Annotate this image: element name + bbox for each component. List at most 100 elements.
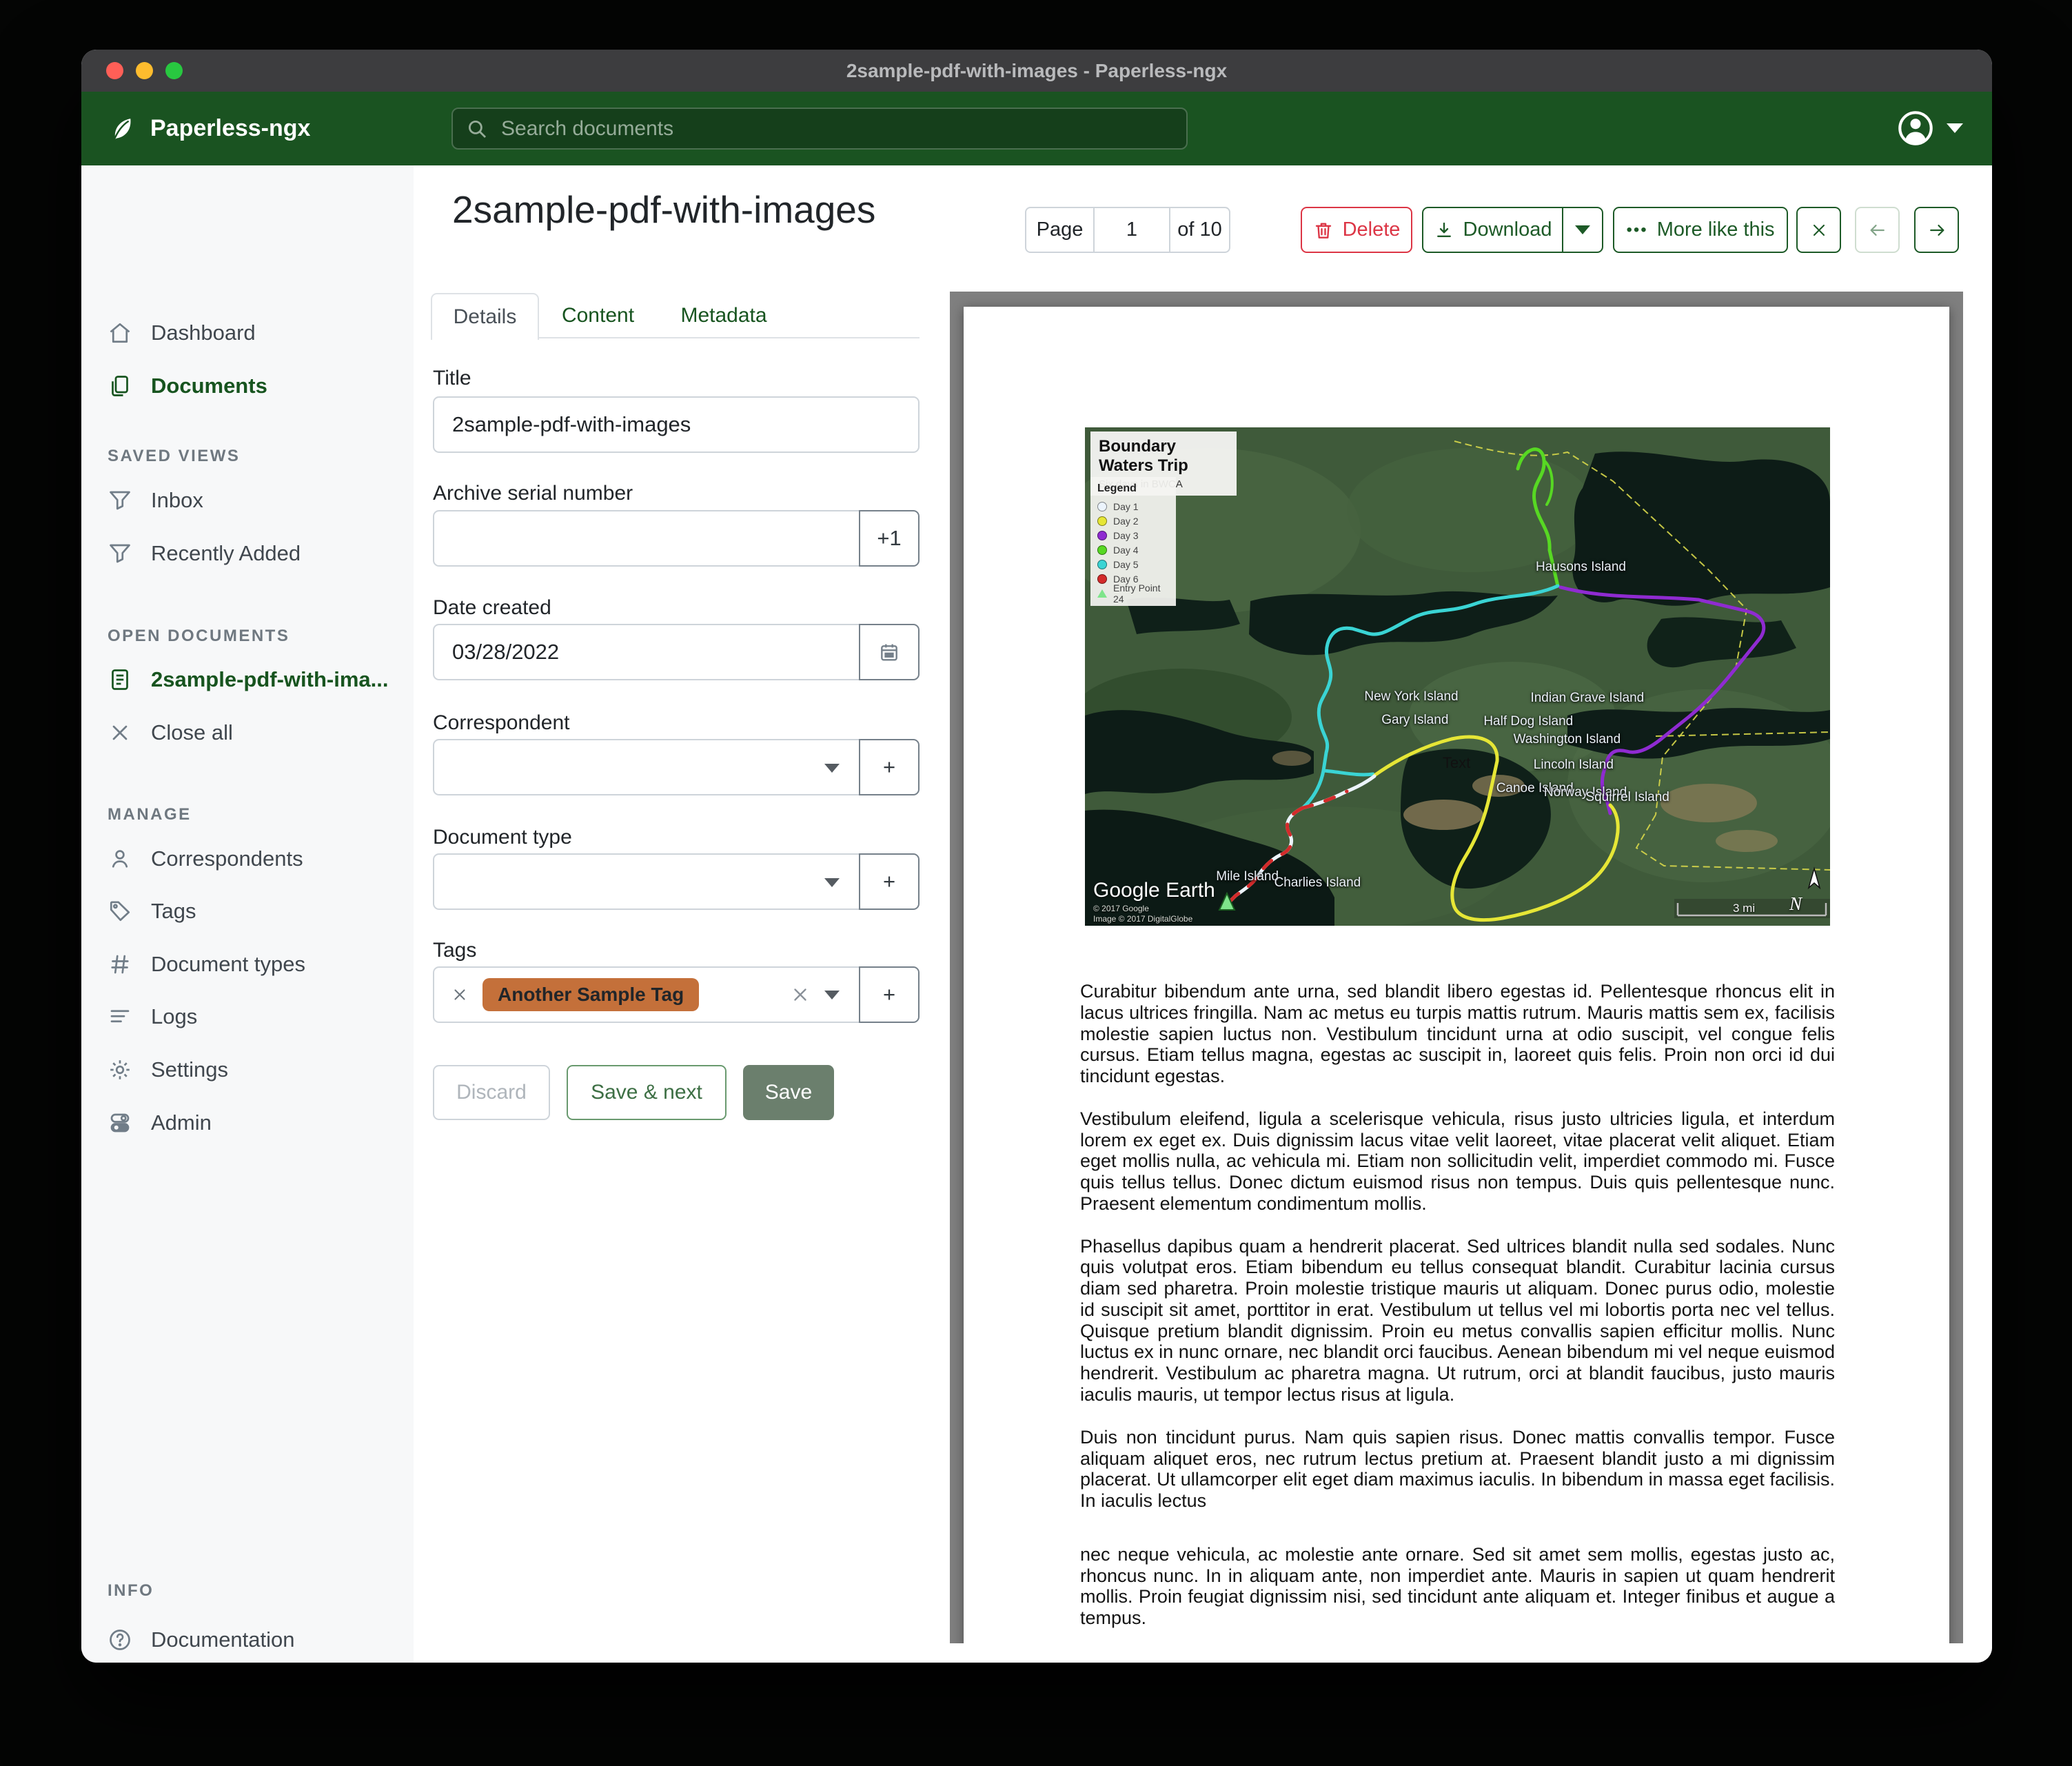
- google-earth-logo: Google Earth: [1093, 879, 1215, 902]
- arrow-left-icon: [1867, 220, 1888, 241]
- traffic-lights[interactable]: [106, 62, 183, 79]
- legend-swatch: [1097, 574, 1107, 584]
- tag-pill[interactable]: Another Sample Tag: [483, 978, 699, 1011]
- asn-increment-button[interactable]: +1: [859, 510, 920, 567]
- add-document-type-button[interactable]: +: [859, 853, 920, 910]
- sidebar-item-label: Document types: [151, 952, 305, 977]
- tags-field[interactable]: Another Sample Tag: [433, 966, 860, 1023]
- satellite-map: [1085, 427, 1830, 926]
- sidebar-item-correspondents[interactable]: Correspondents: [81, 839, 414, 879]
- map-title: Boundary Waters Trip: [1099, 437, 1228, 476]
- close-document-button[interactable]: [1796, 207, 1841, 253]
- legend-item: Day 3: [1097, 528, 1169, 542]
- legend-swatch: [1097, 560, 1107, 569]
- download-label: Download: [1463, 219, 1552, 241]
- previous-document-button[interactable]: [1855, 207, 1900, 253]
- tab-metadata[interactable]: Metadata: [679, 293, 769, 338]
- pdf-preview-pane[interactable]: Boundary Waters Trip Six days in BWCA Le…: [950, 292, 1963, 1643]
- tab-content[interactable]: Content: [555, 293, 641, 338]
- add-tag-button[interactable]: +: [859, 966, 920, 1023]
- sidebar-item-admin[interactable]: Admin: [81, 1103, 414, 1143]
- sidebar-section-open-documents: OPEN DOCUMENTS: [108, 627, 290, 646]
- close-window-button[interactable]: [106, 62, 123, 79]
- page-number-input[interactable]: [1093, 208, 1170, 252]
- download-options-button[interactable]: [1562, 208, 1602, 252]
- page-navigation-group: Page of 10: [1025, 207, 1230, 253]
- chevron-down-icon: [824, 878, 840, 887]
- legend-swatch: [1097, 545, 1107, 555]
- title-input[interactable]: [451, 412, 902, 438]
- sidebar-item-close-all[interactable]: Close all: [81, 713, 414, 753]
- chevron-down-icon: [824, 991, 840, 999]
- leaf-logo-icon: [108, 114, 136, 143]
- next-document-button[interactable]: [1914, 207, 1959, 253]
- map-island-label: Indian Grave Island: [1530, 691, 1644, 706]
- sidebar-item-label: Settings: [151, 1057, 228, 1082]
- sidebar-section-manage: MANAGE: [108, 805, 192, 824]
- map-copyright: Image © 2017 DigitalGlobe: [1093, 914, 1192, 924]
- sidebar-item-logs[interactable]: Logs: [81, 997, 414, 1037]
- map-copyright: © 2017 Google: [1093, 904, 1149, 913]
- brand-name: Paperless-ngx: [150, 115, 310, 142]
- user-menu[interactable]: [1896, 108, 1963, 148]
- remove-tag-icon[interactable]: [451, 986, 469, 1004]
- sidebar-item-documentation[interactable]: Documentation: [81, 1620, 414, 1660]
- map-island-label: Gary Island: [1381, 713, 1448, 728]
- sidebar-item-open-document[interactable]: 2sample-pdf-with-ima...: [81, 660, 414, 700]
- date-created-field[interactable]: [433, 624, 860, 680]
- save-button[interactable]: Save: [743, 1065, 834, 1120]
- save-next-button[interactable]: Save & next: [567, 1065, 727, 1120]
- sidebar-item-label: Logs: [151, 1004, 197, 1029]
- sidebar-item-label: Tags: [151, 899, 196, 924]
- home-icon: [108, 321, 132, 345]
- chevron-down-icon: [1947, 123, 1963, 133]
- sidebar-item-tags[interactable]: Tags: [81, 891, 414, 931]
- clear-tags-icon[interactable]: [790, 984, 811, 1005]
- sidebar: Dashboard Documents SAVED VIEWS Inbox Re…: [81, 165, 414, 1663]
- map-island-label: Squirrel Island: [1585, 790, 1669, 805]
- pdf-body-text: Curabitur bibendum ante urna, sed blandi…: [1080, 981, 1835, 1643]
- more-like-this-button[interactable]: ••• More like this: [1613, 207, 1788, 253]
- sidebar-item-label: Close all: [151, 720, 233, 745]
- map-island-label: New York Island: [1364, 689, 1458, 704]
- search-bar[interactable]: [451, 108, 1188, 150]
- brand[interactable]: Paperless-ngx: [108, 92, 310, 165]
- title-field[interactable]: [433, 396, 920, 453]
- legend-entry-point-icon: [1097, 589, 1107, 598]
- minimize-window-button[interactable]: [136, 62, 153, 79]
- download-button[interactable]: Download: [1423, 208, 1562, 252]
- calendar-icon: [878, 641, 900, 663]
- toggles-icon: [108, 1110, 132, 1135]
- sidebar-item-documents[interactable]: Documents: [81, 366, 414, 406]
- map-figure: Boundary Waters Trip Six days in BWCA Le…: [1085, 427, 1830, 926]
- sidebar-item-recently-added[interactable]: Recently Added: [81, 534, 414, 574]
- map-island-label: Half Dog Island: [1483, 714, 1573, 729]
- map-island-label: Hausons Island: [1536, 560, 1626, 575]
- delete-button[interactable]: Delete: [1301, 207, 1412, 253]
- add-correspondent-button[interactable]: +: [859, 739, 920, 795]
- sidebar-item-document-types[interactable]: Document types: [81, 944, 414, 984]
- discard-button[interactable]: Discard: [433, 1065, 550, 1120]
- sidebar-item-settings[interactable]: Settings: [81, 1050, 414, 1090]
- search-input[interactable]: [500, 116, 1174, 141]
- title-label: Title: [433, 367, 471, 390]
- sidebar-item-inbox[interactable]: Inbox: [81, 480, 414, 520]
- sidebar-section-saved-views: SAVED VIEWS: [108, 447, 240, 466]
- app-window: 2sample-pdf-with-images - Paperless-ngx …: [81, 50, 1992, 1663]
- asn-field[interactable]: [433, 510, 860, 567]
- app-header: Paperless-ngx: [81, 92, 1992, 165]
- date-created-input[interactable]: [451, 639, 844, 665]
- legend-swatch: [1097, 502, 1107, 511]
- tab-details[interactable]: Details: [431, 293, 539, 340]
- sidebar-item-label: Documentation: [151, 1627, 295, 1652]
- document-type-select[interactable]: [433, 853, 860, 910]
- date-picker-button[interactable]: [859, 624, 920, 680]
- asn-input[interactable]: [451, 525, 844, 551]
- page-label: Page: [1026, 208, 1093, 252]
- dots-icon: •••: [1626, 221, 1647, 240]
- file-text-icon: [108, 667, 132, 692]
- map-scale-label: 3 mi: [1733, 902, 1755, 915]
- zoom-window-button[interactable]: [165, 62, 183, 79]
- correspondent-select[interactable]: [433, 739, 860, 795]
- sidebar-item-dashboard[interactable]: Dashboard: [81, 313, 414, 353]
